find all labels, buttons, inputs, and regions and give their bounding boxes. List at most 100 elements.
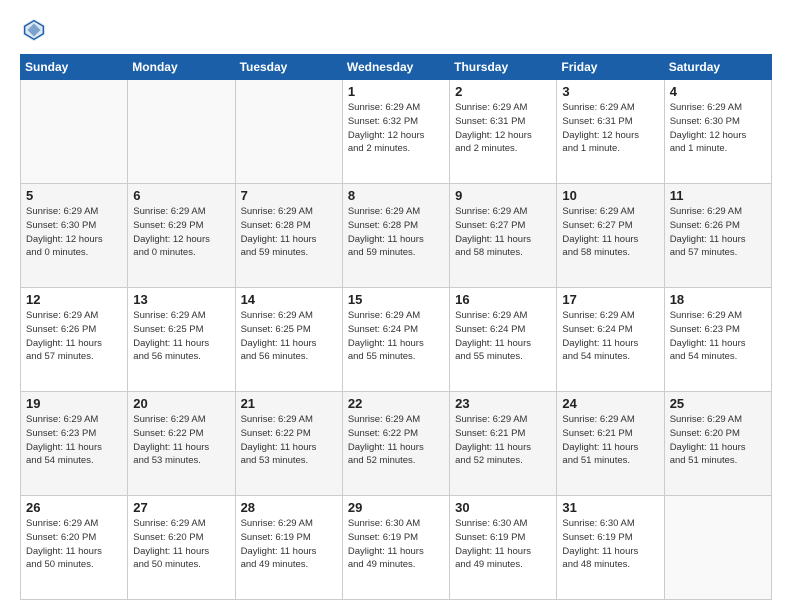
day-number: 3 [562,84,658,99]
header [20,16,772,44]
page: SundayMondayTuesdayWednesdayThursdayFrid… [0,0,792,612]
day-number: 28 [241,500,337,515]
calendar-cell: 11 Sunrise: 6:29 AM Sunset: 6:26 PM Dayli… [664,184,771,288]
day-info: Sunrise: 6:29 AM Sunset: 6:31 PM Dayligh… [562,101,658,156]
day-number: 27 [133,500,229,515]
col-header-saturday: Saturday [664,55,771,80]
day-number: 7 [241,188,337,203]
day-number: 18 [670,292,766,307]
day-number: 13 [133,292,229,307]
day-info: Sunrise: 6:29 AM Sunset: 6:20 PM Dayligh… [133,517,229,572]
calendar-week-5: 26 Sunrise: 6:29 AM Sunset: 6:20 PM Dayli… [21,496,772,600]
day-info: Sunrise: 6:29 AM Sunset: 6:21 PM Dayligh… [562,413,658,468]
calendar-table: SundayMondayTuesdayWednesdayThursdayFrid… [20,54,772,600]
day-number: 24 [562,396,658,411]
calendar-cell: 28 Sunrise: 6:29 AM Sunset: 6:19 PM Dayli… [235,496,342,600]
calendar-cell: 2 Sunrise: 6:29 AM Sunset: 6:31 PM Daylig… [450,80,557,184]
calendar-cell: 26 Sunrise: 6:29 AM Sunset: 6:20 PM Dayli… [21,496,128,600]
day-number: 30 [455,500,551,515]
day-number: 8 [348,188,444,203]
day-info: Sunrise: 6:29 AM Sunset: 6:26 PM Dayligh… [26,309,122,364]
day-info: Sunrise: 6:29 AM Sunset: 6:23 PM Dayligh… [670,309,766,364]
day-info: Sunrise: 6:29 AM Sunset: 6:22 PM Dayligh… [133,413,229,468]
day-info: Sunrise: 6:30 AM Sunset: 6:19 PM Dayligh… [348,517,444,572]
day-info: Sunrise: 6:29 AM Sunset: 6:25 PM Dayligh… [241,309,337,364]
day-number: 11 [670,188,766,203]
day-info: Sunrise: 6:29 AM Sunset: 6:20 PM Dayligh… [26,517,122,572]
day-number: 17 [562,292,658,307]
day-number: 21 [241,396,337,411]
day-info: Sunrise: 6:29 AM Sunset: 6:26 PM Dayligh… [670,205,766,260]
day-number: 1 [348,84,444,99]
calendar-cell [21,80,128,184]
day-number: 12 [26,292,122,307]
col-header-monday: Monday [128,55,235,80]
day-number: 9 [455,188,551,203]
day-number: 14 [241,292,337,307]
calendar-cell: 7 Sunrise: 6:29 AM Sunset: 6:28 PM Daylig… [235,184,342,288]
calendar-cell: 24 Sunrise: 6:29 AM Sunset: 6:21 PM Dayli… [557,392,664,496]
calendar-cell: 13 Sunrise: 6:29 AM Sunset: 6:25 PM Dayli… [128,288,235,392]
calendar-cell: 8 Sunrise: 6:29 AM Sunset: 6:28 PM Daylig… [342,184,449,288]
calendar-cell: 10 Sunrise: 6:29 AM Sunset: 6:27 PM Dayli… [557,184,664,288]
calendar-week-1: 1 Sunrise: 6:29 AM Sunset: 6:32 PM Daylig… [21,80,772,184]
day-info: Sunrise: 6:29 AM Sunset: 6:23 PM Dayligh… [26,413,122,468]
calendar-week-4: 19Sunrise: 6:29 AM Sunset: 6:23 PM Dayli… [21,392,772,496]
calendar-cell [664,496,771,600]
day-number: 15 [348,292,444,307]
calendar-cell: 14 Sunrise: 6:29 AM Sunset: 6:25 PM Dayli… [235,288,342,392]
day-number: 4 [670,84,766,99]
calendar-cell: 31Sunrise: 6:30 AM Sunset: 6:19 PM Dayli… [557,496,664,600]
calendar-cell: 30 Sunrise: 6:30 AM Sunset: 6:19 PM Dayli… [450,496,557,600]
day-info: Sunrise: 6:29 AM Sunset: 6:27 PM Dayligh… [455,205,551,260]
day-info: Sunrise: 6:29 AM Sunset: 6:28 PM Dayligh… [348,205,444,260]
col-header-sunday: Sunday [21,55,128,80]
day-info: Sunrise: 6:29 AM Sunset: 6:24 PM Dayligh… [562,309,658,364]
day-info: Sunrise: 6:29 AM Sunset: 6:25 PM Dayligh… [133,309,229,364]
day-info: Sunrise: 6:29 AM Sunset: 6:32 PM Dayligh… [348,101,444,156]
day-number: 16 [455,292,551,307]
col-header-tuesday: Tuesday [235,55,342,80]
calendar-cell: 25Sunrise: 6:29 AM Sunset: 6:20 PM Dayli… [664,392,771,496]
col-header-wednesday: Wednesday [342,55,449,80]
day-number: 26 [26,500,122,515]
day-info: Sunrise: 6:29 AM Sunset: 6:30 PM Dayligh… [670,101,766,156]
calendar-cell: 22 Sunrise: 6:29 AM Sunset: 6:22 PM Dayli… [342,392,449,496]
day-number: 20 [133,396,229,411]
day-info: Sunrise: 6:29 AM Sunset: 6:19 PM Dayligh… [241,517,337,572]
calendar-cell: 29Sunrise: 6:30 AM Sunset: 6:19 PM Dayli… [342,496,449,600]
calendar-cell: 6Sunrise: 6:29 AM Sunset: 6:29 PM Daylig… [128,184,235,288]
day-info: Sunrise: 6:29 AM Sunset: 6:21 PM Dayligh… [455,413,551,468]
day-number: 22 [348,396,444,411]
day-info: Sunrise: 6:29 AM Sunset: 6:27 PM Dayligh… [562,205,658,260]
day-number: 23 [455,396,551,411]
day-info: Sunrise: 6:30 AM Sunset: 6:19 PM Dayligh… [455,517,551,572]
calendar-cell: 1 Sunrise: 6:29 AM Sunset: 6:32 PM Daylig… [342,80,449,184]
calendar-cell: 20 Sunrise: 6:29 AM Sunset: 6:22 PM Dayli… [128,392,235,496]
day-number: 25 [670,396,766,411]
calendar-cell: 5Sunrise: 6:29 AM Sunset: 6:30 PM Daylig… [21,184,128,288]
calendar-header-row: SundayMondayTuesdayWednesdayThursdayFrid… [21,55,772,80]
calendar-cell: 19Sunrise: 6:29 AM Sunset: 6:23 PM Dayli… [21,392,128,496]
calendar-cell: 16Sunrise: 6:29 AM Sunset: 6:24 PM Dayli… [450,288,557,392]
calendar-cell [235,80,342,184]
day-number: 2 [455,84,551,99]
calendar-week-2: 5Sunrise: 6:29 AM Sunset: 6:30 PM Daylig… [21,184,772,288]
calendar-cell: 3 Sunrise: 6:29 AM Sunset: 6:31 PM Daylig… [557,80,664,184]
calendar-cell [128,80,235,184]
day-number: 10 [562,188,658,203]
day-number: 6 [133,188,229,203]
logo-icon [20,16,48,44]
calendar-cell: 23 Sunrise: 6:29 AM Sunset: 6:21 PM Dayli… [450,392,557,496]
calendar-cell: 4 Sunrise: 6:29 AM Sunset: 6:30 PM Daylig… [664,80,771,184]
day-info: Sunrise: 6:29 AM Sunset: 6:22 PM Dayligh… [241,413,337,468]
calendar-cell: 9 Sunrise: 6:29 AM Sunset: 6:27 PM Daylig… [450,184,557,288]
col-header-thursday: Thursday [450,55,557,80]
day-info: Sunrise: 6:29 AM Sunset: 6:28 PM Dayligh… [241,205,337,260]
day-info: Sunrise: 6:29 AM Sunset: 6:31 PM Dayligh… [455,101,551,156]
day-info: Sunrise: 6:29 AM Sunset: 6:22 PM Dayligh… [348,413,444,468]
calendar-cell: 15Sunrise: 6:29 AM Sunset: 6:24 PM Dayli… [342,288,449,392]
calendar-cell: 18 Sunrise: 6:29 AM Sunset: 6:23 PM Dayli… [664,288,771,392]
day-number: 31 [562,500,658,515]
calendar-cell: 27 Sunrise: 6:29 AM Sunset: 6:20 PM Dayli… [128,496,235,600]
